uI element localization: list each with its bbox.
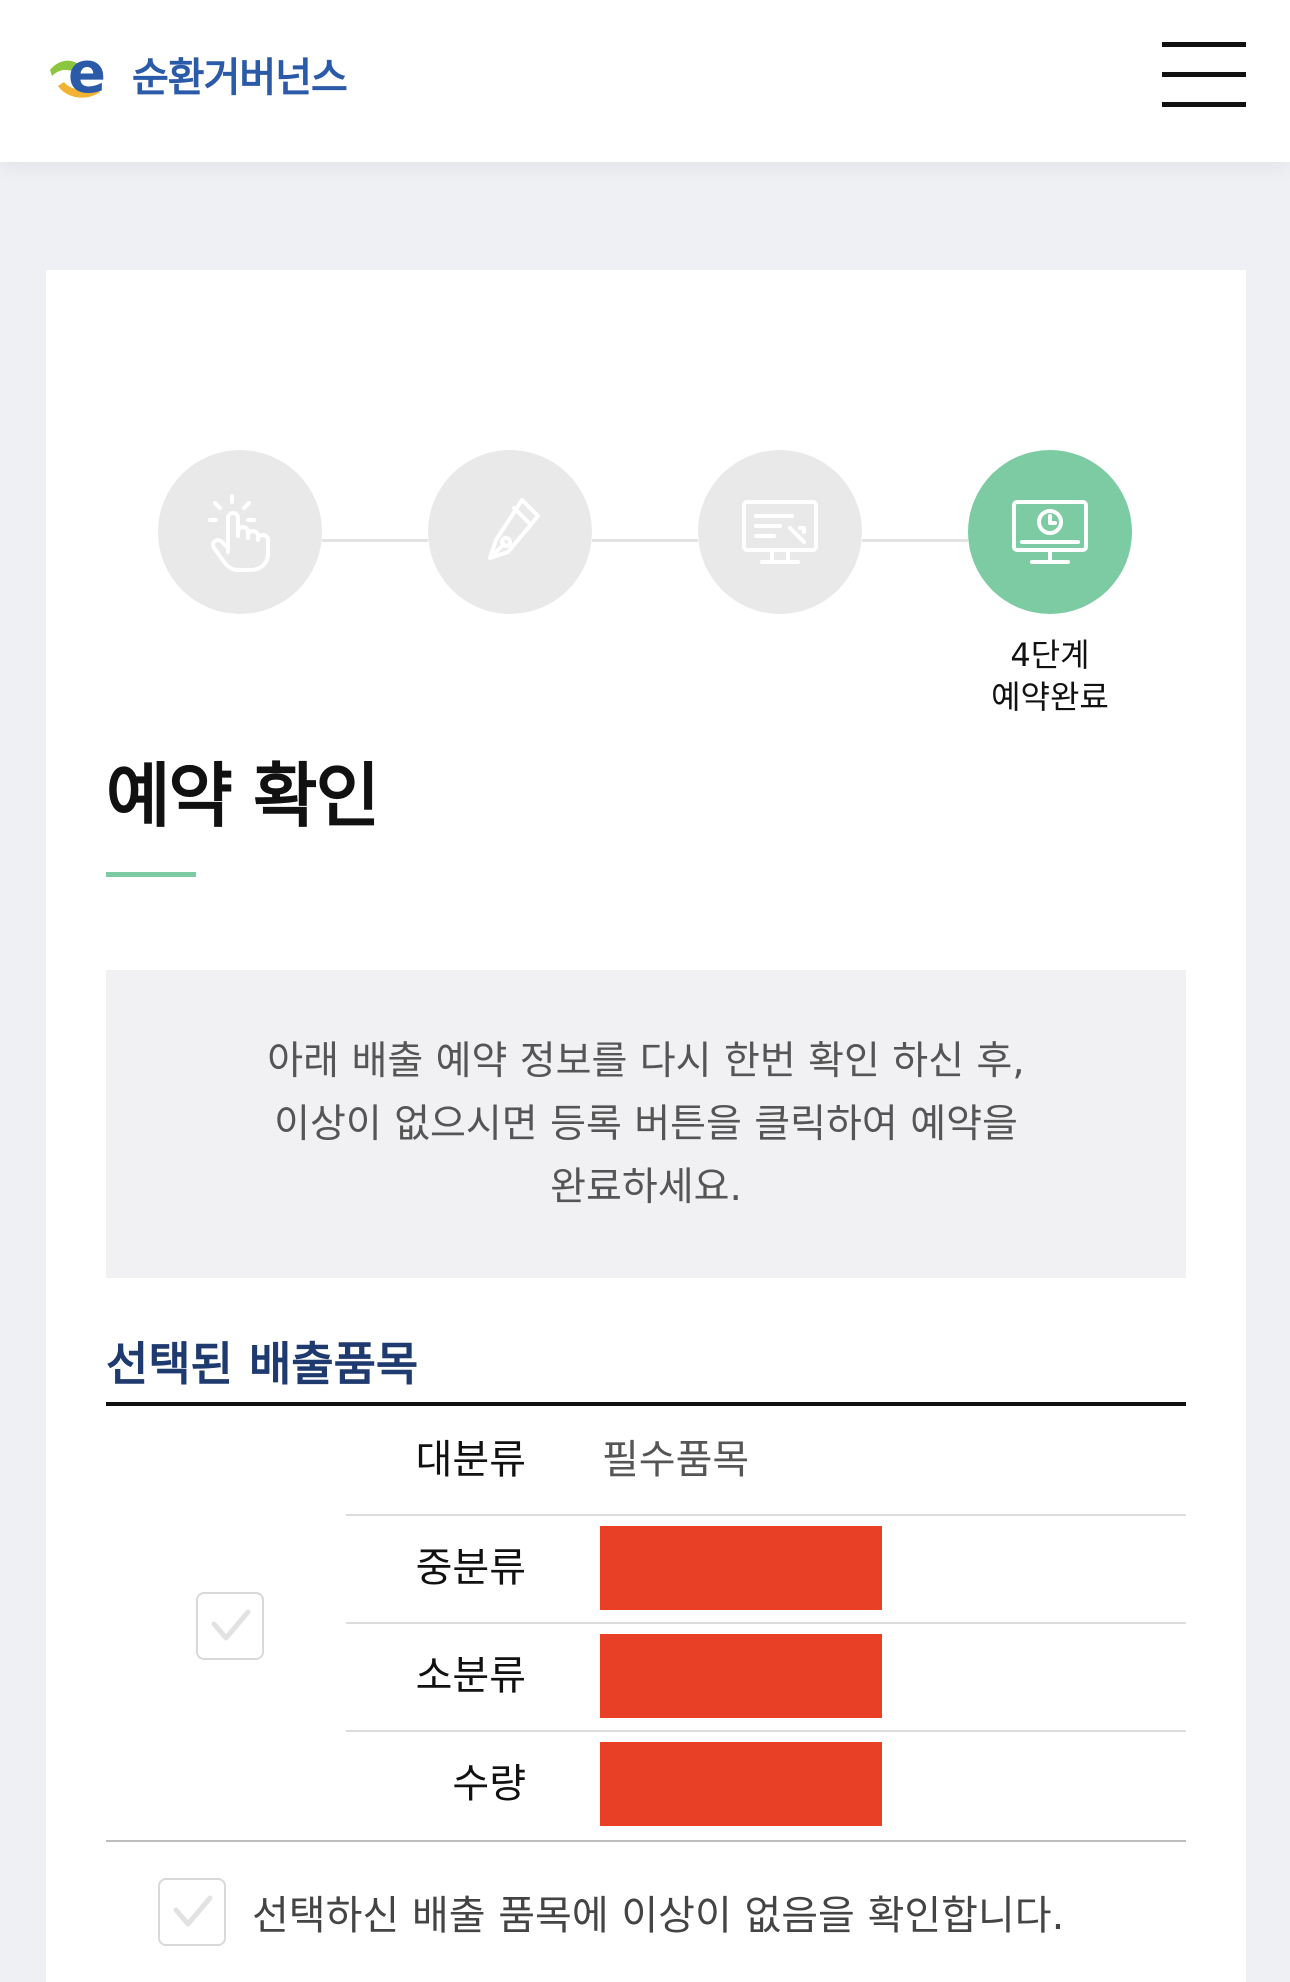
- title-underline: [106, 872, 196, 877]
- redacted-value: [600, 1634, 882, 1718]
- step-4-label-line2: 예약완료: [991, 678, 1109, 716]
- row-key: 대분류: [415, 1437, 526, 1483]
- hamburger-menu-icon[interactable]: [1162, 42, 1246, 108]
- step-connector: [322, 539, 428, 542]
- monitor-clock-icon: [1012, 500, 1088, 564]
- app-header: e 순환거버넌스: [0, 0, 1290, 162]
- hand-pointer-icon: [208, 494, 270, 572]
- redacted-value: [600, 1742, 882, 1826]
- table-row: 수량: [346, 1730, 1186, 1838]
- confirm-checkbox[interactable]: [158, 1878, 226, 1946]
- step-3: [698, 450, 862, 614]
- notice-text: 아래 배출 예약 정보를 다시 한번 확인 하신 후, 이상이 없으시면 등록 …: [267, 1038, 1025, 1210]
- confirm-row[interactable]: 선택하신 배출 품목에 이상이 없음을 확인합니다.: [158, 1878, 1064, 1946]
- notice-box: 아래 배출 예약 정보를 다시 한번 확인 하신 후, 이상이 없으시면 등록 …: [106, 970, 1186, 1278]
- logo-letter: e: [68, 42, 106, 106]
- row-key: 중분류: [415, 1545, 526, 1591]
- step-4-label-line1: 4단계: [1010, 636, 1090, 674]
- step-1: [158, 450, 322, 614]
- row-key: 소분류: [415, 1653, 526, 1699]
- check-icon: [173, 1895, 213, 1927]
- item-select-checkbox[interactable]: [196, 1592, 264, 1660]
- step-4: [968, 450, 1132, 614]
- reservation-card: 4단계 예약완료 예약 확인 아래 배출 예약 정보를 다시 한번 확인 하신 …: [46, 270, 1246, 1982]
- table-row: 소분류: [346, 1622, 1186, 1730]
- page-title: 예약 확인: [106, 755, 380, 837]
- selected-item-table: 대분류 필수품목 중분류 소분류 수량: [106, 1406, 1186, 1842]
- pen-nib-icon: [488, 498, 540, 560]
- row-value: 필수품목: [602, 1437, 750, 1483]
- row-key: 수량: [452, 1761, 526, 1807]
- step-connector: [862, 539, 968, 542]
- check-icon: [211, 1609, 251, 1641]
- table-row: 대분류 필수품목: [346, 1406, 1186, 1514]
- step-2: [428, 450, 592, 614]
- table-bottom-border: [106, 1840, 1186, 1842]
- monitor-edit-icon: [742, 500, 818, 564]
- confirm-label[interactable]: 선택하신 배출 품목에 이상이 없음을 확인합니다.: [252, 1883, 1064, 1941]
- logo-mark-icon: e: [44, 41, 128, 106]
- step-4-label: 4단계 예약완료: [950, 634, 1150, 718]
- logo[interactable]: e 순환거버넌스: [44, 41, 348, 106]
- section-title: 선택된 배출품목: [106, 1337, 419, 1391]
- step-connector: [592, 539, 698, 542]
- table-row: 중분류: [346, 1514, 1186, 1622]
- logo-text: 순환거버넌스: [132, 55, 348, 101]
- redacted-value: [600, 1526, 882, 1610]
- step-indicator: 4단계 예약완료: [158, 360, 1134, 716]
